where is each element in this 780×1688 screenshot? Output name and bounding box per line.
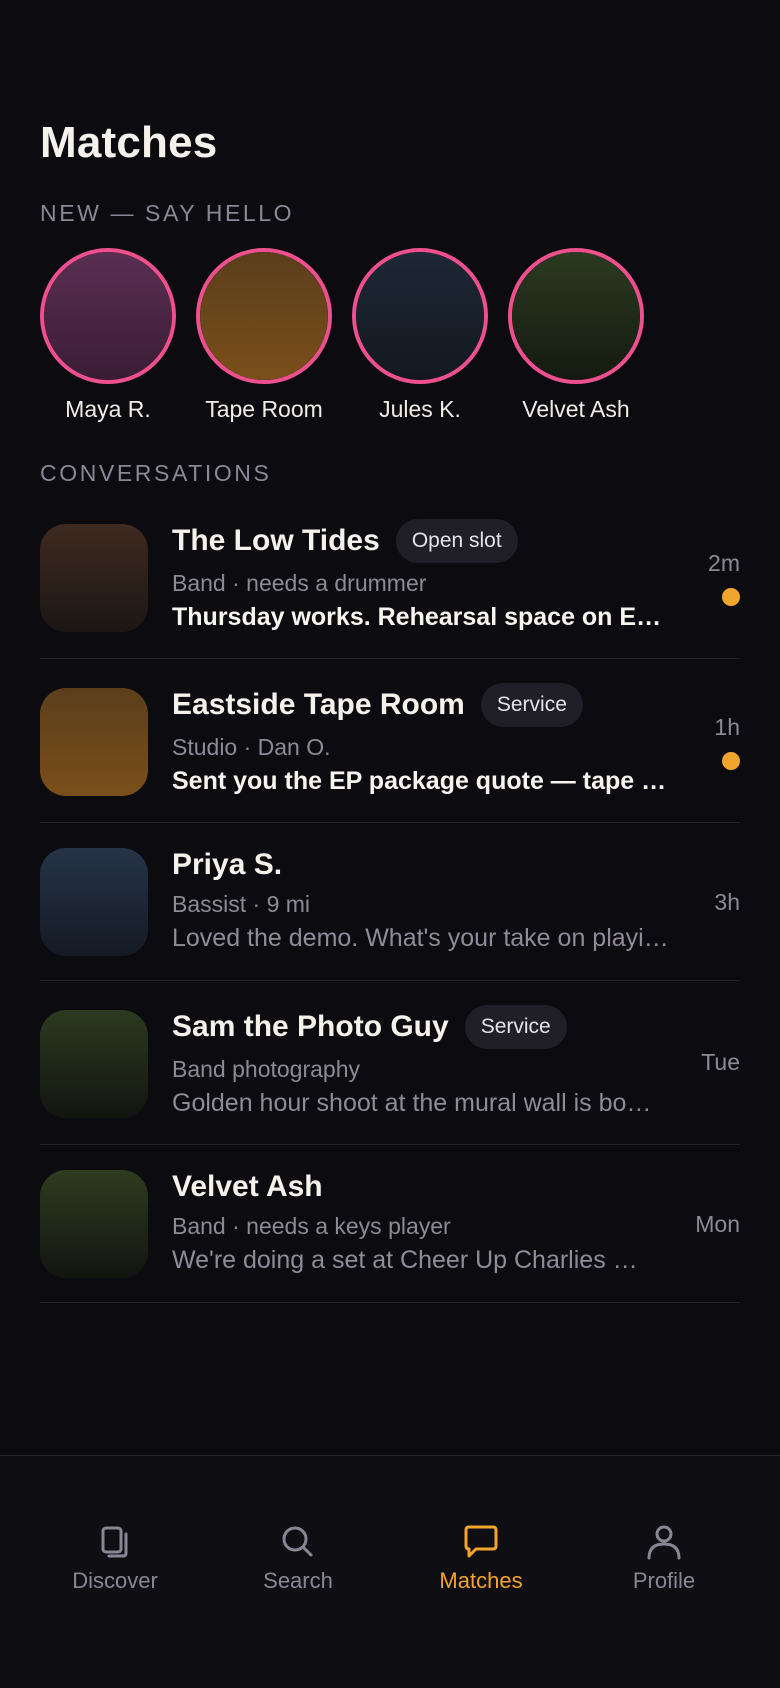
unread-dot-icon xyxy=(722,752,740,770)
conversation-time: 2m xyxy=(708,550,740,576)
conversation-row[interactable]: Priya S. Bassist · 9 mi Loved the demo. … xyxy=(40,823,740,981)
conversation-thumbnail xyxy=(40,848,148,956)
conversation-subtitle: Band · needs a drummer xyxy=(172,570,427,596)
conversation-name: Velvet Ash xyxy=(172,1170,323,1203)
conversation-name: Eastside Tape Room xyxy=(172,688,465,721)
avatar-image xyxy=(44,252,172,380)
tab-bar: Discover Search Matches Profile xyxy=(0,1455,780,1688)
tab-label: Matches xyxy=(439,1568,523,1593)
conversation-thumbnail xyxy=(40,688,148,796)
conversations-label: CONVERSATIONS xyxy=(40,460,272,486)
avatar-image xyxy=(356,252,484,380)
conversation-message-preview: We're doing a set at Cheer Up Charlies … xyxy=(172,1246,638,1274)
conversation-name: Sam the Photo Guy xyxy=(172,1010,449,1043)
new-matches-row: Maya R. Tape Room Jules K. Velvet Ash xyxy=(40,248,644,423)
conversation-message-preview: Golden hour shoot at the mural wall is b… xyxy=(172,1089,652,1117)
conversation-subtitle: Band photography xyxy=(172,1056,360,1082)
conversation-thumbnail xyxy=(40,524,148,632)
new-matches-label: NEW — SAY HELLO xyxy=(40,200,295,226)
new-match-item[interactable]: Maya R. xyxy=(40,248,176,423)
new-match-item[interactable]: Tape Room xyxy=(196,248,332,423)
conversation-subtitle: Studio · Dan O. xyxy=(172,734,331,760)
conversation-message-preview: Thursday works. Rehearsal space on E… xyxy=(172,603,662,631)
new-match-name: Tape Room xyxy=(205,396,323,422)
conversation-name: Priya S. xyxy=(172,848,283,881)
conversation-subtitle: Band · needs a keys player xyxy=(172,1213,451,1239)
tab-search[interactable]: Search xyxy=(208,1522,388,1594)
avatar-image xyxy=(512,252,640,380)
conversation-thumbnail xyxy=(40,1010,148,1118)
avatar[interactable] xyxy=(196,248,332,384)
conversation-time: Tue xyxy=(701,1049,740,1075)
page-title: Matches xyxy=(40,118,218,167)
avatar[interactable] xyxy=(40,248,176,384)
conversation-row[interactable]: Velvet Ash Band · needs a keys player We… xyxy=(40,1145,740,1303)
conversation-subtitle: Bassist · 9 mi xyxy=(172,891,311,917)
conversation-row[interactable]: Sam the Photo Guy Service Band photograp… xyxy=(40,981,740,1145)
conversation-name: The Low Tides xyxy=(172,524,380,557)
search-icon xyxy=(282,1526,313,1557)
conversation-message-preview: Loved the demo. What's your take on play… xyxy=(172,924,669,952)
conversation-row[interactable]: Eastside Tape Room Service Studio · Dan … xyxy=(40,659,740,823)
new-match-item[interactable]: Velvet Ash xyxy=(508,248,644,423)
conversation-time: Mon xyxy=(695,1211,740,1237)
cards-icon xyxy=(101,1526,128,1558)
new-match-name: Velvet Ash xyxy=(522,396,630,422)
conversation-list: The Low Tides Open slot Band · needs a d… xyxy=(40,494,740,1303)
tab-matches[interactable]: Matches xyxy=(391,1522,571,1594)
tab-label: Search xyxy=(263,1568,333,1593)
avatar[interactable] xyxy=(508,248,644,384)
new-match-name: Jules K. xyxy=(379,396,461,422)
unread-dot-icon xyxy=(722,588,740,606)
avatar[interactable] xyxy=(352,248,488,384)
conversation-row[interactable]: The Low Tides Open slot Band · needs a d… xyxy=(40,494,740,659)
new-match-name: Maya R. xyxy=(65,396,151,422)
service-badge: Service xyxy=(480,683,583,727)
conversation-time: 3h xyxy=(714,889,740,915)
chat-bubble-icon xyxy=(464,1525,498,1558)
conversation-message-preview: Sent you the EP package quote — tape … xyxy=(172,767,667,795)
avatar-image xyxy=(200,252,328,380)
open-slot-badge: Open slot xyxy=(395,519,518,563)
tab-label: Discover xyxy=(72,1568,158,1593)
service-badge: Service xyxy=(464,1005,567,1049)
conversation-thumbnail xyxy=(40,1170,148,1278)
tab-discover[interactable]: Discover xyxy=(25,1522,205,1594)
person-icon xyxy=(647,1525,681,1560)
tab-label: Profile xyxy=(632,1568,696,1593)
new-match-item[interactable]: Jules K. xyxy=(352,248,488,423)
conversation-time: 1h xyxy=(714,714,740,740)
tab-profile[interactable]: Profile xyxy=(574,1522,754,1594)
